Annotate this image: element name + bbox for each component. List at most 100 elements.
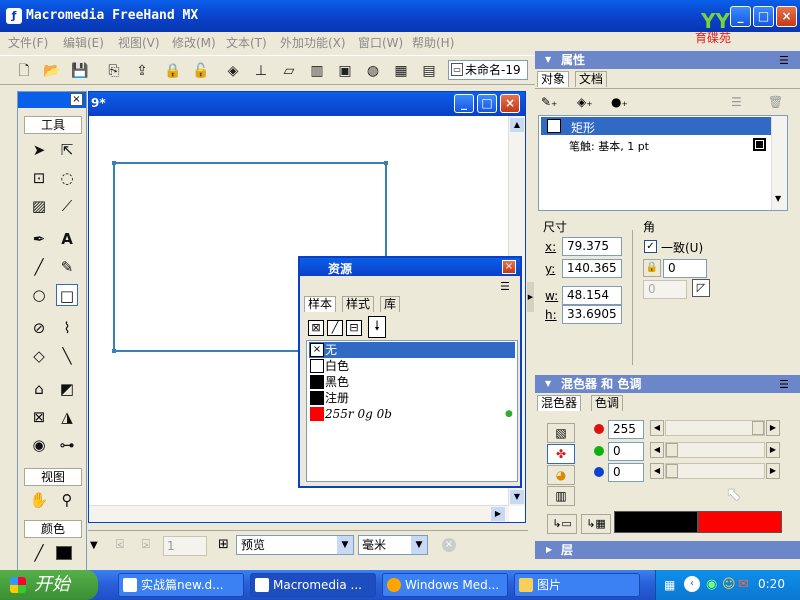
group-icon[interactable]: ◈ xyxy=(223,61,243,81)
corner-lock-icon[interactable]: 🔒 xyxy=(643,259,661,277)
tools-close-icon[interactable]: × xyxy=(70,93,83,106)
page-tool-icon[interactable]: ⊡ xyxy=(28,167,50,189)
extrude-tool-icon[interactable]: ◩ xyxy=(56,378,78,400)
brush-tool-icon[interactable]: ╲ xyxy=(56,345,78,367)
scroll-right-icon[interactable]: ▶ xyxy=(491,507,505,521)
tab-styles[interactable]: 样式 xyxy=(342,296,375,312)
symbols-icon[interactable]: ▣ xyxy=(335,61,355,81)
freeform-tool-icon[interactable]: ⌇ xyxy=(56,317,78,339)
mirror-tool-icon[interactable]: ◮ xyxy=(56,406,78,428)
taskbar-item-word[interactable]: 实战篇new.d... xyxy=(118,573,244,597)
view-mode-select[interactable]: 预览 ▼ xyxy=(236,535,354,555)
layers-panel-header[interactable]: 层 xyxy=(535,541,800,559)
fill-color-swatch[interactable] xyxy=(56,546,72,560)
list-item[interactable]: × 无 xyxy=(309,342,515,358)
start-button[interactable]: 开始 xyxy=(0,570,98,600)
rectangle-tool-icon[interactable]: □ xyxy=(56,284,78,306)
green-slider[interactable] xyxy=(665,442,765,458)
rgb-mode-icon[interactable]: ✤ xyxy=(547,444,575,464)
knife-tool-icon[interactable]: ⊘ xyxy=(28,317,50,339)
panel-collapse-handle-icon[interactable]: ▶ xyxy=(527,282,534,312)
corner-style-icon[interactable]: ◸ xyxy=(692,279,710,297)
add-page-icon[interactable]: ⊞ xyxy=(218,537,232,553)
add-swatch-arrow-icon[interactable]: 🠗 xyxy=(368,316,386,338)
envelope-tool-icon[interactable]: ⊠ xyxy=(28,406,50,428)
mixer-options-menu-icon[interactable]: ☰ xyxy=(779,378,789,391)
app-tray-icon[interactable]: ✉ xyxy=(738,577,749,592)
layers-icon[interactable]: ▤ xyxy=(419,61,439,81)
trash-icon[interactable]: 🗑 xyxy=(768,95,783,109)
duplicate-attribute-icon[interactable]: ☰ xyxy=(731,95,742,109)
list-item[interactable]: 笔触: 基本, 1 pt xyxy=(569,138,769,154)
red-decrease-icon[interactable]: ◀ xyxy=(650,420,664,436)
layers-expand-arrow-icon[interactable]: ▶ xyxy=(546,545,552,554)
add-fill-icon[interactable]: ◈₊ xyxy=(577,95,593,109)
mixer-panel-header[interactable]: 混色器 和 色调 xyxy=(535,375,800,393)
collapse-arrow-icon[interactable]: ▼ xyxy=(545,55,551,64)
open-folder-icon[interactable]: 📂 xyxy=(42,61,62,81)
menu-xtras[interactable]: 外加功能(X) xyxy=(280,34,346,51)
green-decrease-icon[interactable]: ◀ xyxy=(650,442,664,458)
units-select[interactable]: 毫米 ▼ xyxy=(358,535,428,555)
blue-slider-thumb[interactable] xyxy=(666,464,678,478)
object-list-scrollbar[interactable]: ▼ xyxy=(771,116,787,210)
color-palette-icon[interactable]: ◍ xyxy=(363,61,383,81)
status-dropdown-arrow-icon[interactable]: ▼ xyxy=(90,536,104,556)
add-stroke-icon[interactable]: ✎₊ xyxy=(541,95,557,109)
red-slider[interactable] xyxy=(665,420,765,436)
corner-radius-field-2[interactable]: 0 xyxy=(643,280,687,299)
document-title-bar[interactable]: 9* _ □ × xyxy=(89,92,525,116)
taskbar-item-freehand[interactable]: Macromedia ... xyxy=(250,573,376,597)
doc-close-button[interactable]: × xyxy=(500,94,520,113)
properties-panel-header[interactable]: 属性 xyxy=(535,51,800,69)
list-item[interactable]: 注册 xyxy=(309,390,515,406)
list-item[interactable]: 白色 xyxy=(309,358,515,374)
green-value-field[interactable]: 0 xyxy=(608,442,644,461)
tab-library[interactable]: 库 xyxy=(380,296,401,312)
height-field[interactable]: 33.6905 xyxy=(562,305,622,324)
text-tool-icon[interactable]: A xyxy=(56,228,78,250)
add-to-grid-icon[interactable]: ↳▦ xyxy=(581,514,611,534)
eyedropper-tool-icon[interactable]: ⟋ xyxy=(56,195,78,217)
blue-increase-icon[interactable]: ▶ xyxy=(766,463,780,479)
save-icon[interactable]: 💾 xyxy=(70,61,90,81)
tab-object[interactable]: 对象 xyxy=(537,71,570,87)
grid-icon[interactable]: ▦ xyxy=(391,61,411,81)
hand-tool-icon[interactable]: ✋ xyxy=(28,489,50,511)
stroke-icon[interactable]: ╱ xyxy=(327,320,343,336)
stop-render-icon[interactable]: × xyxy=(442,538,456,552)
assets-panel-header[interactable]: 资源 × xyxy=(300,258,520,276)
taskbar-item-media-player[interactable]: Windows Med... xyxy=(382,573,508,597)
units-dropdown-icon[interactable]: ▼ xyxy=(411,536,427,554)
add-to-swatches-icon[interactable]: ↳▭ xyxy=(547,514,577,534)
app-title-bar[interactable]: ƒ Macromedia FreeHand MX _ □ × xyxy=(0,0,800,32)
corner-handle[interactable] xyxy=(384,161,388,165)
red-increase-icon[interactable]: ▶ xyxy=(766,420,780,436)
tab-tints[interactable]: 色调 xyxy=(591,395,624,411)
red-value-field[interactable]: 255 xyxy=(608,420,644,439)
current-color-well[interactable] xyxy=(698,511,782,533)
zoom-tool-icon[interactable]: ⚲ xyxy=(56,489,78,511)
perspective-tool-icon[interactable]: ⌂ xyxy=(28,378,50,400)
uniform-checkbox[interactable]: ✓ xyxy=(644,240,657,253)
stroke-color-chip[interactable] xyxy=(753,138,766,151)
cmyk-mode-icon[interactable]: ▧ xyxy=(547,423,575,443)
list-item[interactable]: 矩形 xyxy=(541,117,771,135)
hls-mode-icon[interactable]: ◕ xyxy=(547,465,575,485)
scroll-up-icon[interactable]: ▲ xyxy=(510,118,524,132)
eraser-tool-icon[interactable]: ◇ xyxy=(28,345,50,367)
library-icon[interactable]: ▥ xyxy=(307,61,327,81)
tools-panel-header[interactable]: × xyxy=(18,92,86,108)
assets-options-menu-icon[interactable]: ☰ xyxy=(500,280,516,294)
doc-maximize-button[interactable]: □ xyxy=(477,94,497,113)
pointer-tool-icon[interactable]: ➤ xyxy=(28,139,50,161)
menu-view[interactable]: 视图(V) xyxy=(118,34,160,51)
horizontal-scrollbar[interactable]: ▶ xyxy=(89,505,509,522)
mixer-collapse-arrow-icon[interactable]: ▼ xyxy=(545,379,551,388)
menu-help[interactable]: 帮助(H) xyxy=(412,34,454,51)
list-item[interactable]: 黑色 xyxy=(309,374,515,390)
width-field[interactable]: 48.154 xyxy=(562,286,622,305)
first-page-icon[interactable]: ⍃ xyxy=(116,537,130,553)
blue-decrease-icon[interactable]: ◀ xyxy=(650,463,664,479)
import-icon[interactable]: ⎘ xyxy=(104,61,124,81)
